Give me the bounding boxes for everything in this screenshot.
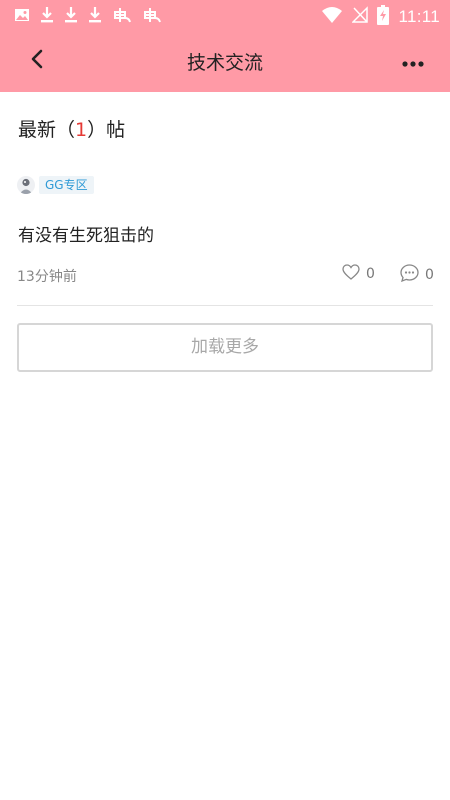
download-icon [88, 6, 102, 24]
bug-app-icon [142, 6, 162, 24]
more-dots-icon [402, 52, 424, 71]
comment-button[interactable]: 0 [400, 264, 434, 286]
load-more-button[interactable]: 加载更多 [17, 323, 433, 372]
bug-app-icon [112, 6, 132, 24]
post-time: 13分钟前 [17, 269, 77, 285]
battery-charging-icon [377, 5, 390, 29]
section-heading: 最新（1）帖 [18, 115, 125, 142]
board-tag[interactable]: GG专区 [39, 176, 94, 194]
status-bar: 11:11 [0, 0, 450, 30]
no-signal-icon [351, 6, 369, 28]
system-status: 11:11 [321, 5, 440, 29]
section-heading-prefix: 最新（ [18, 119, 76, 141]
comment-icon [400, 264, 419, 286]
comment-count: 0 [425, 267, 434, 283]
image-icon [14, 7, 30, 23]
divider [17, 305, 433, 306]
download-icon [64, 6, 78, 24]
status-time: 11:11 [398, 7, 440, 26]
wifi-icon [321, 6, 343, 28]
section-heading-suffix: ）帖 [87, 119, 126, 141]
heart-icon [342, 264, 360, 284]
notification-icons [14, 6, 162, 24]
post-tag-row: GG专区 [17, 176, 94, 194]
like-count: 0 [366, 266, 375, 282]
download-icon [40, 6, 54, 24]
avatar[interactable] [17, 176, 35, 194]
like-button[interactable]: 0 [342, 264, 375, 284]
more-button[interactable] [398, 50, 428, 72]
post-count: 1 [75, 119, 88, 141]
post-title[interactable]: 有没有生死狙击的 [18, 221, 154, 246]
page-title: 技术交流 [186, 52, 263, 74]
app-header: 技术交流 [0, 30, 450, 92]
